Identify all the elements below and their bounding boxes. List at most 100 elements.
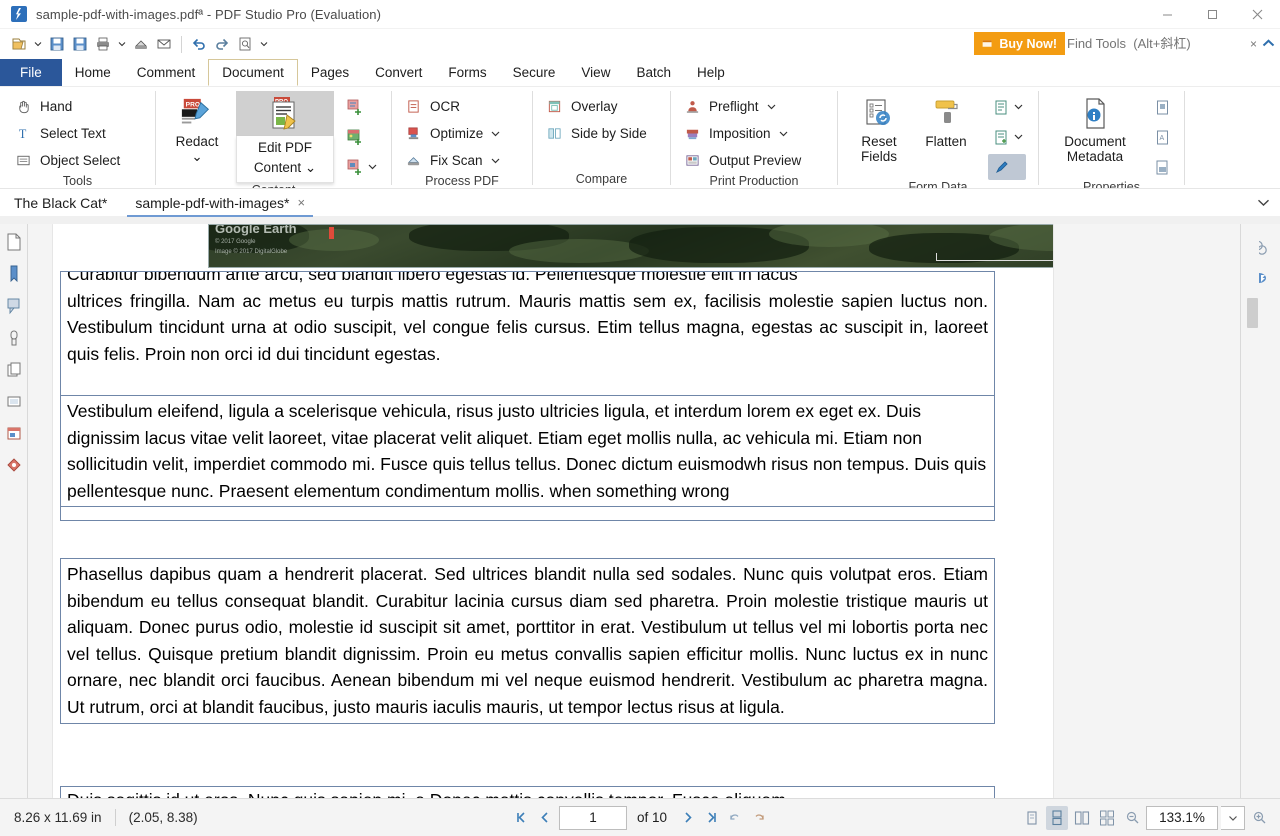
fix-scan-button[interactable]: Fix Scan (400, 147, 530, 173)
tab-home[interactable]: Home (62, 59, 124, 86)
layers-panel-icon[interactable] (4, 360, 24, 380)
continuous-page-view-icon[interactable] (1046, 806, 1068, 830)
content-panel-icon[interactable] (4, 424, 24, 444)
find-tools-input[interactable] (1065, 36, 1245, 51)
find-tools-field[interactable]: × (1065, 32, 1270, 55)
page-properties-button[interactable] (1149, 94, 1175, 120)
optimize-caret-icon[interactable] (491, 126, 500, 141)
pages-panel-icon[interactable] (4, 232, 24, 252)
vertical-scrollbar-thumb[interactable] (1247, 298, 1258, 328)
buy-now-button[interactable]: Buy Now! (974, 32, 1066, 55)
redact-button[interactable]: PRO Redact ⌄ (162, 91, 232, 164)
vertical-scrollbar[interactable] (1245, 224, 1259, 798)
doc-tabs-overflow-icon[interactable] (1257, 194, 1270, 212)
embedded-map-image[interactable]: Google Earth © 2017 Google Image © 2017 … (208, 224, 1053, 268)
optimize-button[interactable]: Optimize (400, 120, 530, 146)
object-select-button[interactable]: Object Select (10, 147, 145, 173)
zoom-dropdown-button[interactable] (1221, 806, 1245, 830)
text-block-4[interactable]: Duis sagittis id ut eros. Nunc quis sapi… (60, 786, 995, 798)
redact-dropdown-caret[interactable]: ⌄ (191, 149, 202, 164)
doc-tab-close-icon[interactable]: × (297, 195, 305, 210)
tab-secure[interactable]: Secure (500, 59, 569, 86)
close-button[interactable] (1235, 0, 1280, 29)
imposition-caret-icon[interactable] (779, 126, 788, 141)
tab-comment[interactable]: Comment (124, 59, 209, 86)
open-file-icon[interactable] (8, 32, 30, 56)
signatures-panel-icon[interactable] (4, 328, 24, 348)
save-icon[interactable] (46, 32, 68, 56)
edit-pdf-content-button[interactable]: PRO Edit PDF Content ⌄ (236, 91, 334, 183)
save-as-icon[interactable] (69, 32, 91, 56)
flatten-button[interactable]: Flatten (916, 91, 976, 149)
add-object-button[interactable] (342, 154, 380, 180)
qat-dropdown-icon[interactable] (257, 32, 271, 56)
text-block-2[interactable]: Vestibulum eleifend, ligula a scelerisqu… (60, 395, 995, 507)
document-security-button[interactable] (1149, 154, 1175, 180)
facing-pages-view-icon[interactable] (1071, 806, 1093, 830)
pdf-page[interactable]: Google Earth © 2017 Google Image © 2017 … (53, 224, 1053, 798)
maximize-button[interactable] (1190, 0, 1235, 29)
previous-page-button[interactable] (535, 807, 555, 829)
annotations-panel-icon[interactable] (4, 296, 24, 316)
document-metadata-button[interactable]: Document Metadata (1051, 91, 1139, 164)
undo-icon[interactable] (188, 32, 210, 56)
tab-file[interactable]: File (0, 59, 62, 86)
single-page-view-icon[interactable] (1021, 806, 1043, 830)
add-content-caret-icon[interactable] (368, 158, 377, 176)
tab-document[interactable]: Document (208, 59, 298, 86)
tab-forms[interactable]: Forms (435, 59, 499, 86)
continuous-facing-view-icon[interactable] (1096, 806, 1118, 830)
preflight-caret-icon[interactable] (767, 99, 776, 114)
previous-view-icon[interactable] (725, 807, 745, 829)
find-clear-icon[interactable]: × (1245, 37, 1262, 51)
find-chevron-up-icon[interactable] (1262, 35, 1278, 53)
next-view-icon[interactable] (749, 807, 769, 829)
tab-pages[interactable]: Pages (298, 59, 362, 86)
minimize-button[interactable] (1145, 0, 1190, 29)
tab-batch[interactable]: Batch (623, 59, 684, 86)
bookmarks-panel-icon[interactable] (4, 264, 24, 284)
hand-tool-button[interactable]: Hand (10, 93, 145, 119)
zoom-out-icon[interactable] (1121, 806, 1143, 830)
imposition-button[interactable]: Imposition (679, 120, 835, 146)
doc-tab-the-black-cat[interactable]: The Black Cat* (0, 189, 121, 217)
preflight-button[interactable]: Preflight (679, 93, 835, 119)
ocr-button[interactable]: OCR (400, 93, 530, 119)
doc-tab-sample-pdf-with-images[interactable]: sample-pdf-with-images* × (121, 189, 319, 217)
text-block-3[interactable]: Phasellus dapibus quam a hendrerit place… (60, 558, 995, 724)
output-preview-button[interactable]: Output Preview (679, 147, 835, 173)
open-dropdown-icon[interactable] (31, 32, 45, 56)
import-form-data-caret-icon[interactable] (1014, 98, 1023, 116)
side-by-side-button[interactable]: Side by Side (541, 120, 668, 146)
zoom-level-input[interactable] (1146, 806, 1218, 830)
import-form-data-button[interactable] (988, 94, 1026, 120)
tab-view[interactable]: View (568, 59, 623, 86)
first-page-button[interactable] (511, 807, 531, 829)
export-form-data-caret-icon[interactable] (1014, 128, 1023, 146)
overlay-button[interactable]: Overlay (541, 93, 668, 119)
select-text-button[interactable]: T Select Text (10, 120, 145, 146)
add-text-button[interactable] (342, 94, 380, 120)
edit-pdf-caret[interactable]: ⌄ (305, 160, 316, 175)
attachments-panel-icon[interactable] (4, 392, 24, 412)
last-page-button[interactable] (701, 807, 721, 829)
print-dropdown-icon[interactable] (115, 32, 129, 56)
destinations-panel-icon[interactable] (4, 456, 24, 476)
email-icon[interactable] (153, 32, 175, 56)
redo-icon[interactable] (211, 32, 233, 56)
highlight-fields-button[interactable] (988, 154, 1026, 180)
search-doc-icon[interactable] (234, 32, 256, 56)
document-viewer[interactable]: Google Earth © 2017 Google Image © 2017 … (28, 224, 1240, 798)
reset-fields-button[interactable]: Reset Fields (848, 91, 910, 164)
page-number-input[interactable] (559, 806, 627, 830)
scan-icon[interactable] (130, 32, 152, 56)
initial-view-button[interactable]: A (1149, 124, 1175, 150)
tab-convert[interactable]: Convert (362, 59, 435, 86)
zoom-in-icon[interactable] (1248, 806, 1270, 830)
export-form-data-button[interactable] (988, 124, 1026, 150)
tab-help[interactable]: Help (684, 59, 738, 86)
next-page-button[interactable] (677, 807, 697, 829)
fix-scan-caret-icon[interactable] (491, 153, 500, 168)
add-image-button[interactable] (342, 124, 380, 150)
print-icon[interactable] (92, 32, 114, 56)
